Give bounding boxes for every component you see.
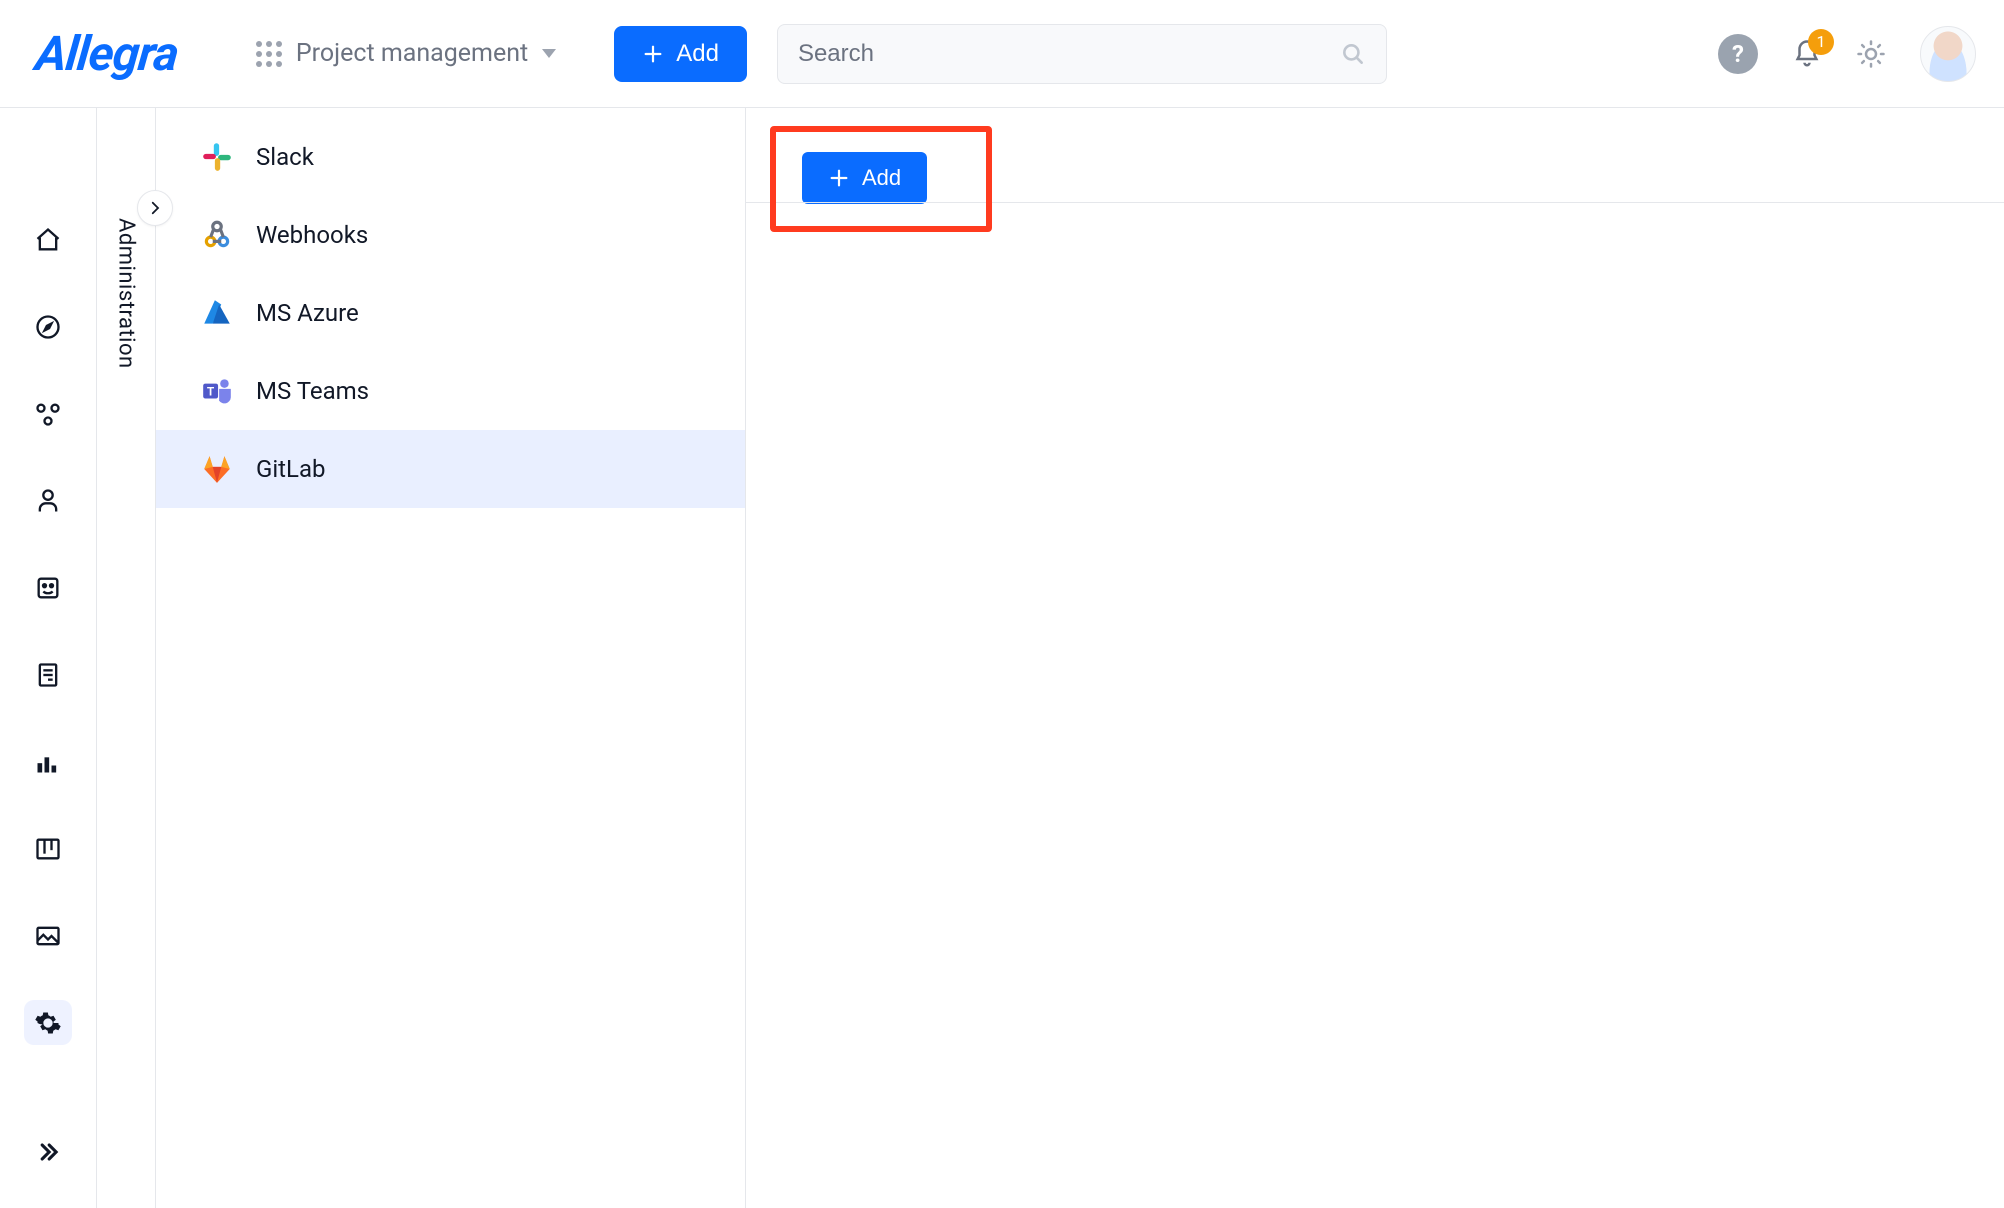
nav-home[interactable] [24, 218, 72, 263]
workspace-label: Project management [296, 39, 528, 68]
workspace-switcher[interactable]: Project management [256, 39, 556, 68]
bar-chart-icon [34, 748, 62, 776]
notification-badge: 1 [1808, 29, 1834, 55]
nav-people[interactable] [24, 479, 72, 524]
integration-item-gitlab[interactable]: GitLab [156, 430, 745, 508]
main-divider [746, 202, 2004, 203]
integration-item-azure[interactable]: MS Azure [156, 274, 745, 352]
integration-label: MS Azure [256, 299, 359, 327]
sun-icon [1856, 39, 1886, 69]
rail-expand[interactable] [24, 1129, 72, 1174]
azure-icon [200, 296, 234, 330]
chevrons-right-icon [34, 1138, 62, 1166]
help-button[interactable]: ? [1718, 34, 1758, 74]
nav-explore[interactable] [24, 305, 72, 350]
add-integration-label: Add [862, 165, 901, 191]
admin-panel-toggle[interactable] [137, 190, 173, 226]
main-content: Add [746, 108, 2004, 1208]
search-icon [1340, 41, 1366, 67]
help-icon: ? [1718, 34, 1758, 74]
logo-text: Allegra [33, 25, 181, 82]
home-icon [34, 226, 62, 254]
add-button-label: Add [676, 40, 719, 68]
apps-grid-icon [256, 41, 282, 67]
nav-reports-bars[interactable] [24, 739, 72, 784]
image-icon [34, 922, 62, 950]
notifications-button[interactable]: 1 [1792, 39, 1822, 69]
compass-icon [34, 313, 62, 341]
admin-panel-collapsed: Administration [96, 108, 156, 1208]
integration-item-teams[interactable]: T MS Teams [156, 352, 745, 430]
chevron-down-icon [542, 49, 556, 58]
integration-label: Slack [256, 143, 314, 171]
kanban-icon [34, 835, 62, 863]
topbar-actions: ? 1 [1718, 26, 1976, 82]
plus-icon [828, 167, 850, 189]
add-button[interactable]: Add [614, 26, 747, 82]
integration-label: Webhooks [256, 221, 368, 249]
nav-rail [0, 108, 96, 1208]
admin-panel-label: Administration [114, 218, 139, 1208]
nav-workflow[interactable] [24, 392, 72, 437]
person-icon [34, 487, 62, 515]
body: Administration Slack Webhooks MS Azure T [0, 108, 2004, 1208]
search-field[interactable] [777, 24, 1387, 84]
integration-label: MS Teams [256, 377, 369, 405]
integration-item-slack[interactable]: Slack [156, 118, 745, 196]
theme-toggle[interactable] [1856, 39, 1886, 69]
gear-icon [34, 1009, 62, 1037]
integration-item-webhooks[interactable]: Webhooks [156, 196, 745, 274]
teams-icon: T [200, 374, 234, 408]
nav-settings[interactable] [24, 1000, 72, 1045]
topbar: Allegra Project management Add ? 1 [0, 0, 2004, 108]
mask-icon [34, 574, 62, 602]
slack-icon [200, 140, 234, 174]
chevron-right-icon [146, 199, 164, 217]
integration-label: GitLab [256, 455, 326, 483]
plus-icon [642, 43, 664, 65]
nav-boards[interactable] [24, 826, 72, 871]
integrations-list: Slack Webhooks MS Azure T MS Teams GitLa… [156, 108, 746, 1208]
add-integration-button[interactable]: Add [802, 152, 927, 204]
user-avatar[interactable] [1920, 26, 1976, 82]
nav-gallery[interactable] [24, 913, 72, 958]
svg-text:T: T [207, 385, 214, 398]
nav-docs[interactable] [24, 653, 72, 698]
nodes-icon [34, 400, 62, 428]
gitlab-icon [200, 452, 234, 486]
webhook-icon [200, 218, 234, 252]
app-logo: Allegra [36, 25, 178, 82]
document-icon [34, 661, 62, 689]
search-input[interactable] [798, 40, 1340, 68]
nav-templates[interactable] [24, 566, 72, 611]
